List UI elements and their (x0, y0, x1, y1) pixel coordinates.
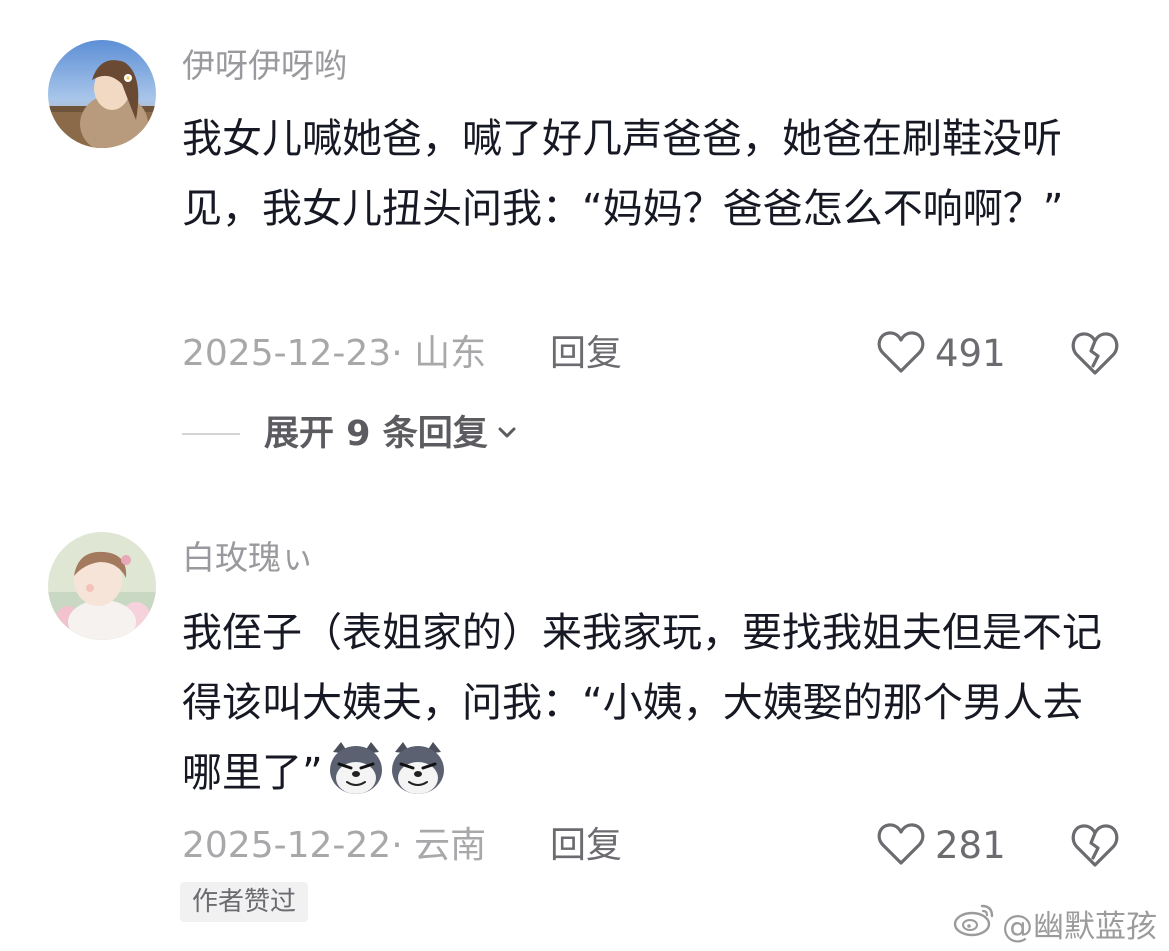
comment-text: 我侄子（表姐家的）来我家玩，要找我姐夫但是不记得该叫大姨夫，问我：“小姨，大姨娶… (182, 598, 1122, 808)
watermark-text: @幽默蓝孩 (1002, 908, 1157, 945)
smirk-dog-emoji (389, 740, 447, 796)
chevron-down-icon (496, 421, 518, 447)
weibo-logo-icon (952, 900, 998, 946)
heart-icon (877, 330, 925, 378)
expand-replies-button[interactable]: 展开 9 条回复 (182, 412, 518, 456)
watermark: @幽默蓝孩 (952, 900, 1157, 946)
reply-button[interactable]: 回复 (550, 334, 622, 374)
expand-replies-label: 展开 9 条回复 (264, 414, 488, 454)
like-button[interactable]: 281 (877, 822, 1006, 870)
username[interactable]: 白玫瑰ぃ (182, 538, 314, 578)
comment-text-content: 我侄子（表姐家的）来我家玩，要找我姐夫但是不记得该叫大姨夫，问我：“小姨，大姨娶… (182, 610, 1102, 796)
date-location: 2025-12-22· 云南 (182, 825, 487, 866)
broken-heart-icon (1071, 332, 1119, 375)
smirk-dog-emoji (327, 740, 385, 796)
reply-button[interactable]: 回复 (550, 826, 622, 866)
author-liked-badge: 作者赞过 (180, 882, 309, 922)
comment-text: 我女儿喊她爸，喊了好几声爸爸，她爸在刷鞋没听见，我女儿扭头问我：“妈妈？爸爸怎么… (182, 116, 1064, 232)
dislike-button[interactable] (1071, 822, 1119, 870)
username[interactable]: 伊呀伊呀哟 (182, 46, 347, 86)
heart-icon (877, 822, 925, 870)
date-location: 2025-12-23· 山东 (182, 333, 487, 374)
like-count: 281 (935, 824, 1006, 867)
like-button[interactable]: 491 (877, 330, 1006, 378)
avatar[interactable] (48, 532, 156, 640)
dislike-button[interactable] (1071, 330, 1119, 378)
like-count: 491 (935, 332, 1006, 375)
avatar[interactable] (48, 40, 156, 148)
divider-line (182, 433, 240, 435)
broken-heart-icon (1071, 824, 1119, 867)
